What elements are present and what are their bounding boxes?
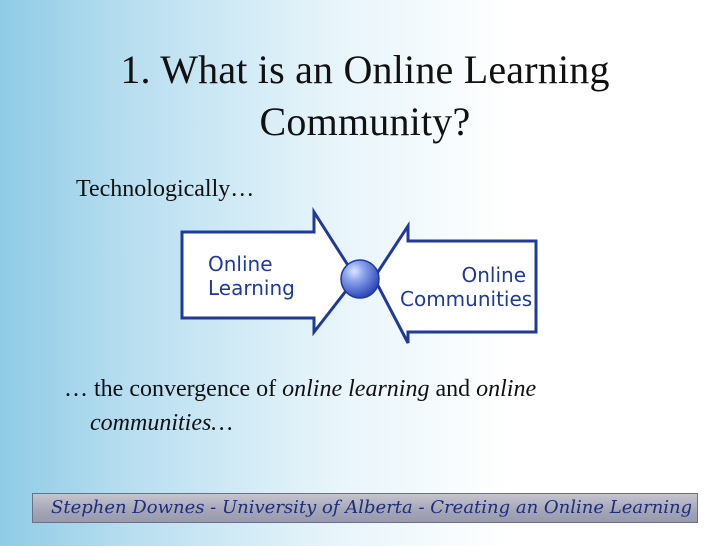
right-label-line-1: Online — [461, 263, 526, 287]
right-diagram-label: Online Communities — [400, 263, 533, 311]
left-label-line-1: Online — [208, 252, 273, 276]
body-communities: communities… — [90, 410, 233, 436]
slide-subtitle: Technologically… — [76, 176, 255, 202]
left-diagram-label: Online Learning — [208, 252, 295, 300]
convergence-diagram: Online Learning Online Communities — [180, 206, 540, 346]
body-and: and — [435, 376, 471, 402]
footer-text: Stephen Downes - University of Alberta -… — [51, 497, 691, 518]
slide-title: 1. What is an Online Learning Community? — [120, 47, 610, 144]
body-online: online — [476, 376, 537, 402]
body-prefix: … the convergence of — [64, 376, 277, 402]
convergence-node — [340, 259, 380, 299]
left-label-line-2: Learning — [208, 276, 295, 300]
body-line-1: … the convergence of online learning and… — [64, 372, 684, 406]
body-line-2: communities… — [64, 406, 684, 440]
slide-body-text: … the convergence of online learning and… — [64, 372, 684, 440]
presentation-slide: 1. What is an Online Learning Community?… — [0, 0, 728, 546]
right-label-line-2: Communities — [400, 287, 533, 311]
footer-banner: Stephen Downes - University of Alberta -… — [32, 493, 698, 523]
body-online-learning: online learning — [282, 376, 430, 402]
